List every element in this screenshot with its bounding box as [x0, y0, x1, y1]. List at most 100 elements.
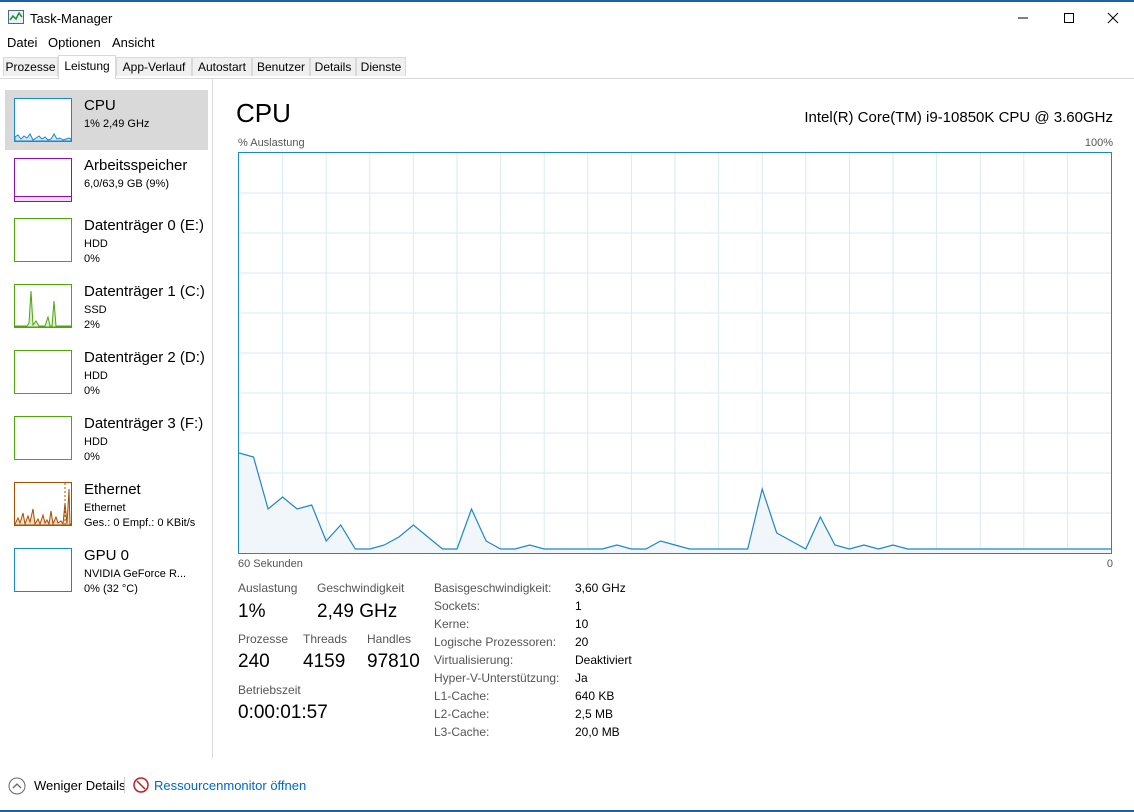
- sidebar-item-disk-1[interactable]: Datenträger 1 (C:) SSD 2%: [5, 276, 208, 336]
- tab-autostart[interactable]: Autostart: [192, 57, 252, 76]
- maximize-button[interactable]: [1046, 2, 1092, 33]
- sidebar-disk1-usage: 2%: [84, 319, 100, 331]
- sidebar-gpu-usage: 0% (32 °C): [84, 583, 138, 595]
- sidebar-cpu-name: CPU: [84, 97, 116, 114]
- sidebar-disk2-name: Datenträger 2 (D:): [84, 349, 205, 366]
- disk1-thumbnail-graph: [14, 284, 72, 328]
- less-details-button[interactable]: Weniger Details: [34, 778, 126, 793]
- cpu-usage-graph: [238, 152, 1112, 554]
- close-icon: [1107, 12, 1119, 23]
- stat-geschwindigkeit-label: Geschwindigkeit: [317, 581, 405, 595]
- stat-threads-value: 4159: [303, 651, 346, 672]
- stat-betriebszeit-label: Betriebszeit: [238, 683, 301, 697]
- detail-value: Deaktiviert: [575, 653, 632, 667]
- detail-value: Ja: [575, 671, 588, 685]
- disk2-thumbnail-graph: [14, 350, 72, 394]
- stat-prozesse-label: Prozesse: [238, 632, 289, 646]
- detail-value: 20: [575, 635, 589, 649]
- resource-monitor-link[interactable]: Ressourcenmonitor öffnen: [154, 778, 306, 793]
- minimize-button[interactable]: [1000, 2, 1046, 33]
- sidebar-memory-name: Arbeitsspeicher: [84, 157, 188, 174]
- title-bar[interactable]: Task-Manager: [0, 2, 1134, 33]
- sidebar-disk1-name: Datenträger 1 (C:): [84, 283, 205, 300]
- sidebar-disk0-usage: 0%: [84, 253, 100, 265]
- menu-optionen[interactable]: Optionen: [48, 35, 101, 50]
- page-title: CPU: [236, 98, 291, 128]
- stat-betriebszeit-value: 0:00:01:57: [238, 702, 328, 723]
- cpu-detail-panel: CPU Intel(R) Core(TM) i9-10850K CPU @ 3.…: [236, 78, 1116, 758]
- detail-value: 640 KB: [575, 689, 615, 703]
- detail-key: L2-Cache:: [434, 707, 490, 721]
- sidebar-disk0-name: Datenträger 0 (E:): [84, 217, 205, 234]
- tab-benutzer[interactable]: Benutzer: [252, 57, 310, 76]
- detail-key: L1-Cache:: [434, 689, 490, 703]
- stat-prozesse-value: 240: [238, 651, 270, 672]
- close-button[interactable]: [1090, 2, 1134, 33]
- detail-key: Basisgeschwindigkeit:: [434, 581, 552, 595]
- detail-key: Hyper-V-Unterstützung:: [434, 671, 560, 685]
- detail-value: 1: [575, 599, 582, 613]
- sidebar-item-memory[interactable]: Arbeitsspeicher 6,0/63,9 GB (9%): [5, 150, 208, 210]
- sidebar-disk2-type: HDD: [84, 370, 108, 382]
- disk3-thumbnail-graph: [14, 416, 72, 460]
- stat-auslastung-label: Auslastung: [238, 581, 298, 595]
- graph-x-min-label: 0: [1106, 558, 1113, 570]
- memory-fill: [15, 196, 71, 201]
- sidebar-item-gpu[interactable]: GPU 0 NVIDIA GeForce R... 0% (32 °C): [5, 540, 208, 600]
- cpu-model-name: Intel(R) Core(TM) i9-10850K CPU @ 3.60GH…: [804, 109, 1113, 126]
- sidebar-ethernet-name: Ethernet: [84, 481, 141, 498]
- detail-key: Virtualisierung:: [434, 653, 514, 667]
- gpu-thumbnail-graph: [14, 548, 72, 592]
- tab-prozesse[interactable]: Prozesse: [3, 57, 58, 76]
- sidebar-item-disk-2[interactable]: Datenträger 2 (D:) HDD 0%: [5, 342, 208, 402]
- footer-divider: [124, 777, 125, 793]
- sidebar-item-disk-3[interactable]: Datenträger 3 (F:) HDD 0%: [5, 408, 208, 468]
- sidebar-item-disk-0[interactable]: Datenträger 0 (E:) HDD 0%: [5, 210, 208, 270]
- graph-y-label: % Auslastung: [238, 137, 305, 149]
- sidebar-memory-usage: 6,0/63,9 GB (9%): [84, 178, 169, 190]
- graph-x-label: 60 Sekunden: [238, 558, 303, 570]
- detail-value: 20,0 MB: [575, 725, 620, 739]
- task-manager-icon: [8, 10, 24, 24]
- ethernet-thumbnail-graph: [14, 482, 72, 526]
- resource-monitor-icon[interactable]: [133, 777, 149, 798]
- detail-value: 2,5 MB: [575, 707, 614, 721]
- sidebar-disk0-type: HDD: [84, 238, 108, 250]
- sidebar-disk3-type: HDD: [84, 436, 108, 448]
- cpu-usage-chart: [238, 153, 1111, 553]
- disk0-thumbnail-graph: [14, 218, 72, 262]
- sidebar-gpu-model: NVIDIA GeForce R...: [84, 568, 187, 580]
- sidebar-disk3-name: Datenträger 3 (F:): [84, 415, 204, 432]
- sidebar-disk3-usage: 0%: [84, 451, 100, 463]
- stat-threads-label: Threads: [303, 632, 348, 646]
- graph-y-max-label: 100%: [1084, 137, 1113, 149]
- tab-details[interactable]: Details: [310, 57, 356, 76]
- chevron-up-icon[interactable]: [8, 777, 26, 800]
- detail-key: Sockets:: [434, 599, 481, 613]
- tab-strip: Prozesse Leistung App-Verlauf Autostart …: [0, 55, 1134, 79]
- memory-thumbnail-graph: [14, 158, 72, 202]
- tab-dienste[interactable]: Dienste: [356, 57, 406, 76]
- menu-bar: Datei Optionen Ansicht: [0, 33, 1134, 53]
- sidebar-item-ethernet[interactable]: Ethernet Ethernet Ges.: 0 Empf.: 0 KBit/…: [5, 474, 208, 534]
- detail-key: Logische Prozessoren:: [434, 635, 557, 649]
- sidebar-disk1-type: SSD: [84, 304, 107, 316]
- sidebar-gpu-name: GPU 0: [84, 547, 130, 564]
- menu-datei[interactable]: Datei: [7, 35, 37, 50]
- tab-leistung[interactable]: Leistung: [58, 55, 116, 79]
- maximize-icon: [1064, 12, 1074, 23]
- stat-geschwindigkeit-value: 2,49 GHz: [317, 601, 398, 622]
- sidebar-ethernet-adapter: Ethernet: [84, 502, 126, 514]
- sidebar-item-cpu[interactable]: CPU 1% 2,49 GHz: [5, 90, 208, 150]
- detail-key: L3-Cache:: [434, 725, 490, 739]
- stat-auslastung-value: 1%: [238, 601, 266, 622]
- stat-handles-value: 97810: [367, 651, 420, 672]
- tab-app-verlauf[interactable]: App-Verlauf: [116, 57, 192, 76]
- menu-ansicht[interactable]: Ansicht: [112, 35, 155, 50]
- window-title: Task-Manager: [30, 11, 113, 26]
- performance-sidebar: CPU 1% 2,49 GHz Arbeitsspeicher 6,0/63,9…: [0, 78, 213, 758]
- detail-value: 3,60 GHz: [575, 581, 626, 595]
- cpu-thumbnail-graph: [14, 98, 72, 142]
- sidebar-disk2-usage: 0%: [84, 385, 100, 397]
- detail-value: 10: [575, 617, 589, 631]
